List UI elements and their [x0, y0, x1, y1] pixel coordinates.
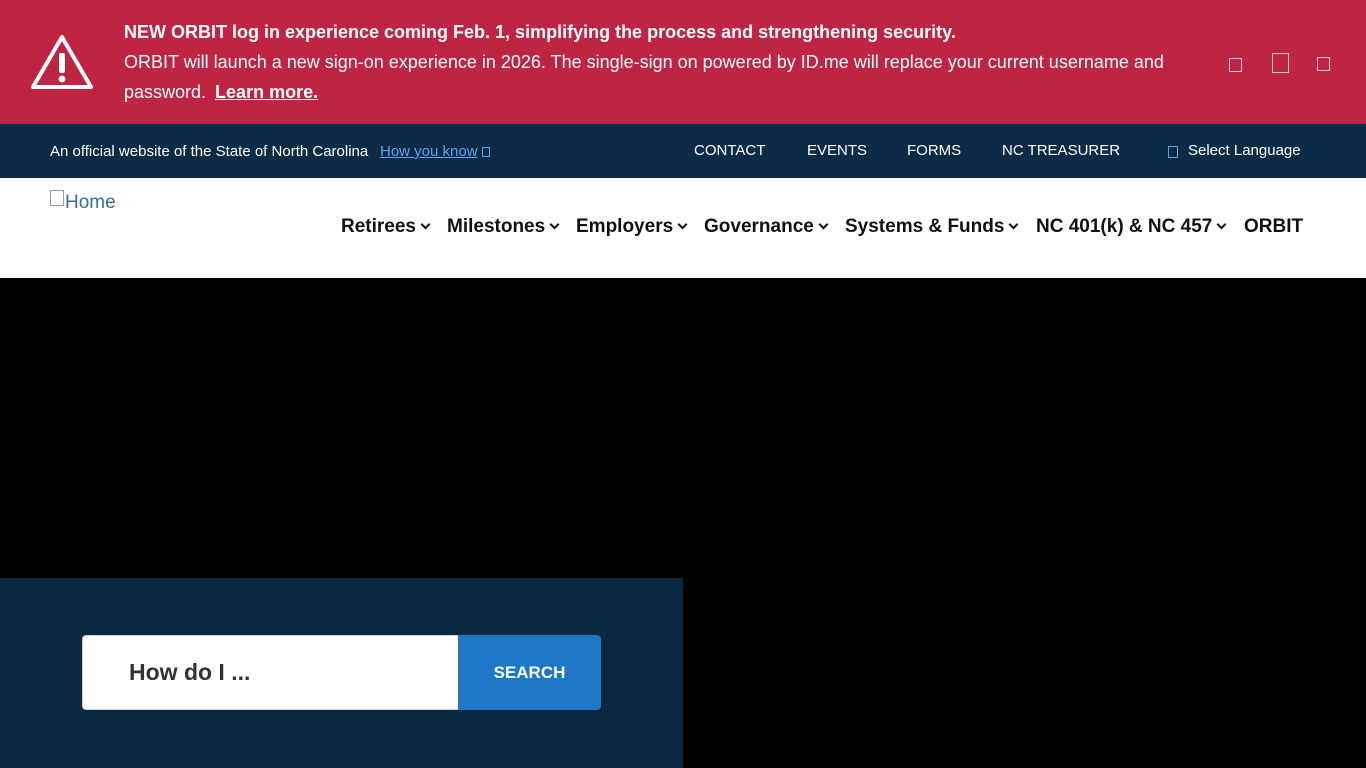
nav-label: Systems & Funds	[845, 216, 1005, 237]
chevron-down-icon	[1216, 219, 1227, 230]
globe-icon	[1168, 146, 1178, 158]
contact-link[interactable]: CONTACT	[694, 142, 765, 160]
nav-retirees[interactable]: Retirees	[341, 216, 431, 238]
search-input[interactable]	[83, 636, 458, 709]
nc-treasurer-link[interactable]: NC TREASURER	[1002, 142, 1120, 160]
how-you-know-link[interactable]: How you know	[380, 143, 490, 161]
alert-title: NEW ORBIT log in experience coming Feb. …	[124, 22, 956, 42]
chevron-down-icon	[1008, 219, 1019, 230]
search-panel: SEARCH	[0, 578, 683, 768]
nav-label: ORBIT	[1244, 216, 1304, 237]
expand-icon	[481, 147, 490, 157]
warning-triangle-icon	[31, 35, 93, 89]
prev-icon[interactable]	[1229, 58, 1242, 72]
site-header: Home Retirees Milestones Employers Gover…	[0, 178, 1366, 278]
nav-label: Retirees	[341, 216, 416, 237]
home-logo-link[interactable]: Home	[50, 190, 116, 214]
nav-milestones[interactable]: Milestones	[447, 216, 560, 238]
alert-banner: NEW ORBIT log in experience coming Feb. …	[0, 0, 1366, 124]
broken-image-icon	[50, 190, 64, 206]
nav-label: Milestones	[447, 216, 546, 237]
chevron-down-icon	[677, 219, 688, 230]
events-link[interactable]: EVENTS	[807, 142, 867, 160]
next-icon[interactable]	[1317, 57, 1330, 71]
how-you-know-label: How you know	[380, 143, 478, 160]
official-site-text: An official website of the State of Nort…	[50, 143, 369, 160]
utility-bar: An official website of the State of Nort…	[0, 124, 1366, 178]
nav-nc-401k-457[interactable]: NC 401(k) & NC 457	[1036, 216, 1227, 238]
forms-link[interactable]: FORMS	[907, 142, 961, 160]
nav-label: Governance	[704, 216, 814, 237]
alert-body: ORBIT will launch a new sign-on experien…	[124, 47, 1184, 107]
nav-employers[interactable]: Employers	[576, 216, 688, 238]
nav-governance[interactable]: Governance	[704, 216, 829, 238]
search-box	[82, 635, 459, 710]
nav-label: NC 401(k) & NC 457	[1036, 216, 1213, 237]
nav-systems-funds[interactable]: Systems & Funds	[845, 216, 1019, 238]
chevron-down-icon	[549, 219, 560, 230]
nav-label: Employers	[576, 216, 674, 237]
chevron-down-icon	[818, 219, 829, 230]
pause-icon[interactable]	[1272, 53, 1289, 73]
logo-alt-text: Home	[65, 192, 116, 213]
select-language-button[interactable]: Select Language	[1188, 142, 1301, 160]
nav-orbit[interactable]: ORBIT	[1244, 216, 1303, 238]
chevron-down-icon	[420, 219, 431, 230]
search-button[interactable]: SEARCH	[458, 635, 601, 710]
learn-more-link[interactable]: Learn more.	[215, 82, 318, 102]
